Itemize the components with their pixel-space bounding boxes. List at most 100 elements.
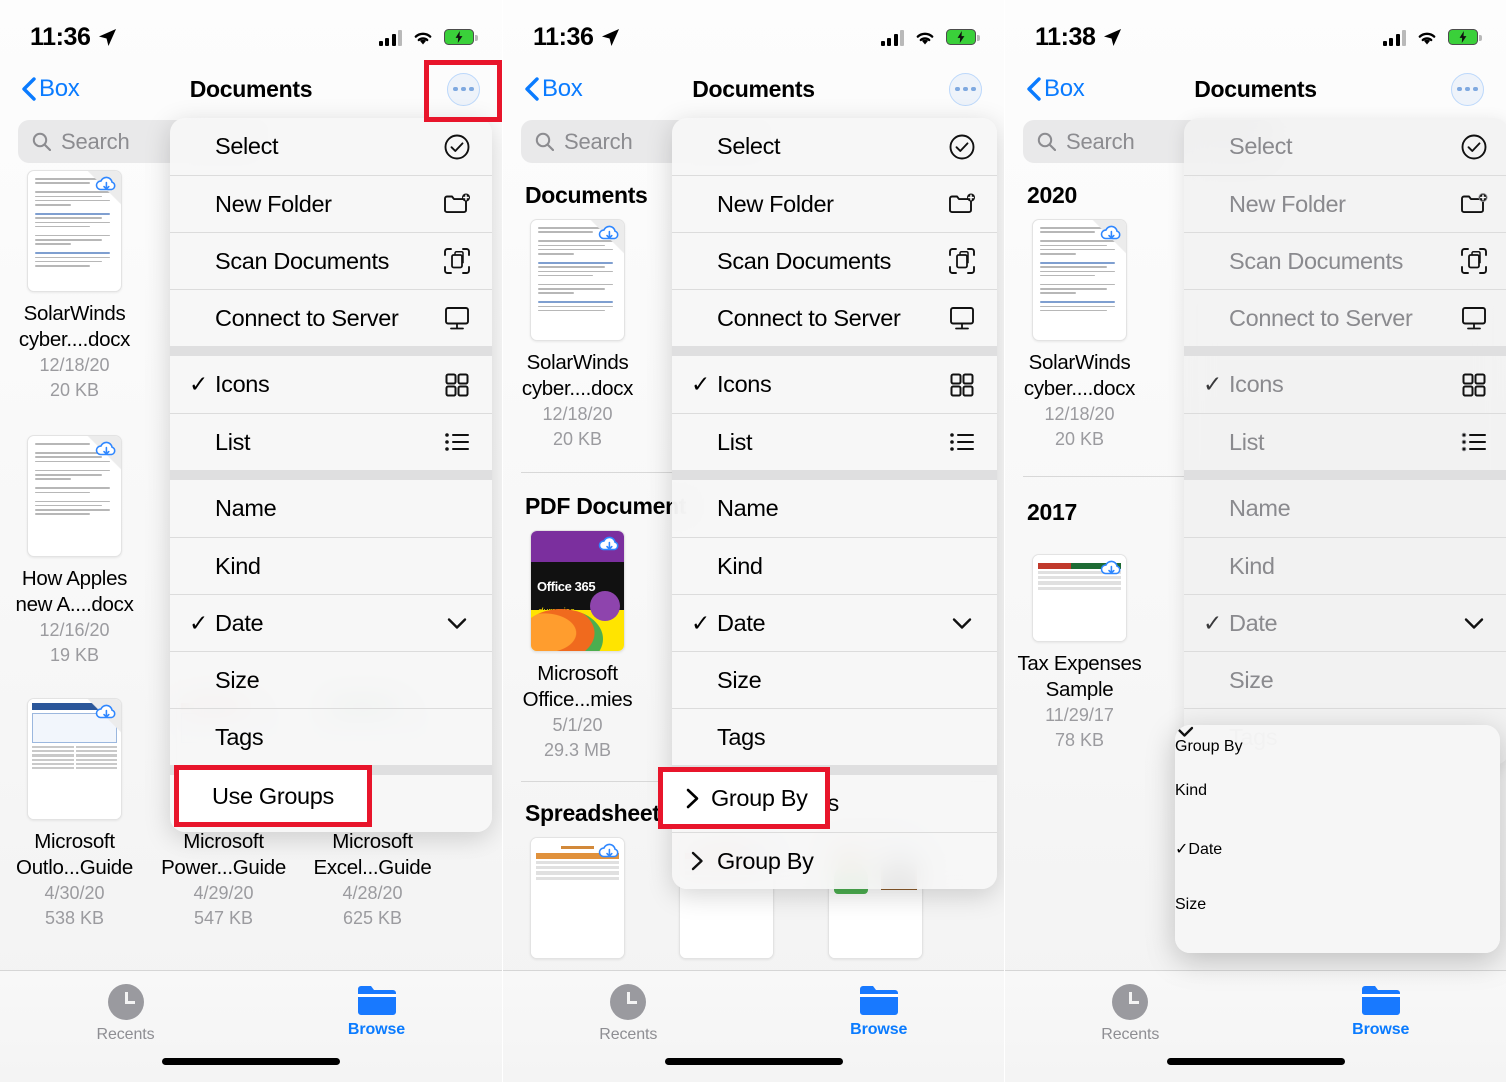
menu-item-date[interactable]: ✓Date <box>170 594 492 651</box>
back-label: Box <box>1044 75 1085 102</box>
status-bar: 11:36 <box>503 0 1004 62</box>
menu-item-size[interactable]: Size <box>1175 896 1500 953</box>
icloud-download-icon[interactable] <box>94 174 119 195</box>
back-button[interactable]: Box <box>525 75 583 103</box>
icloud-download-icon[interactable] <box>597 841 622 862</box>
list-bullet-icon <box>442 427 472 457</box>
chevron-left-icon <box>1027 77 1041 101</box>
use-groups-highlight-label[interactable]: Use Groups <box>174 765 372 827</box>
menu-item-kind[interactable]: Kind <box>1184 537 1506 594</box>
menu-item-scan-documents[interactable]: Scan Documents <box>170 232 492 289</box>
file-name: Tax Expenses Sample <box>1017 652 1142 701</box>
icloud-download-icon[interactable] <box>1099 558 1124 579</box>
menu-item-connect-to-server[interactable]: Connect to Server <box>1184 289 1506 346</box>
menu-separator <box>170 346 492 356</box>
file-item[interactable]: Microsoft Outlo...Guide 4/30/20 538 KB <box>0 688 149 943</box>
home-indicator[interactable] <box>162 1058 340 1065</box>
menu-item-date[interactable]: ✓Date <box>1175 839 1500 896</box>
menu-item-date[interactable]: ✓Date <box>672 594 997 651</box>
menu-item-connect-to-server[interactable]: Connect to Server <box>672 289 997 346</box>
phone-panel-1: 11:36 Box Documents Search SolarWinds cy… <box>0 0 502 1082</box>
menu-item-label: Date <box>1188 841 1223 858</box>
menu-item-list[interactable]: List <box>672 413 997 470</box>
grid-icon <box>947 370 977 400</box>
back-label: Box <box>542 75 583 102</box>
file-item[interactable]: SolarWinds cyber....docx 12/18/20 20 KB <box>503 209 652 464</box>
chevron-right-icon <box>691 851 717 871</box>
menu-item-date[interactable]: ✓Date <box>1184 594 1506 651</box>
menu-item-scan-documents[interactable]: Scan Documents <box>672 232 997 289</box>
icloud-download-icon[interactable] <box>94 702 119 723</box>
menu-item-select[interactable]: Select <box>672 118 997 175</box>
tab-browse[interactable]: Browse <box>251 971 502 1082</box>
menu-item-new-folder[interactable]: New Folder <box>1184 175 1506 232</box>
icloud-download-icon[interactable] <box>94 439 119 460</box>
menu-item-kind[interactable]: Kind <box>170 537 492 594</box>
menu-item-kind[interactable]: Kind <box>1175 782 1500 839</box>
file-thumbnail <box>530 219 625 341</box>
file-size: 547 KB <box>193 908 254 928</box>
menu-item-group-by[interactable]: Group By <box>1175 725 1500 782</box>
search-placeholder: Search <box>564 128 633 154</box>
tab-recents[interactable]: Recents <box>503 971 754 1082</box>
menu-item-name[interactable]: Name <box>170 480 492 537</box>
tab-label: Browse <box>347 1021 406 1038</box>
context-menu[interactable]: Select New Folder Scan Documents Connect to… <box>170 118 492 832</box>
menu-item-list[interactable]: List <box>1184 413 1506 470</box>
menu-item-select[interactable]: Select <box>170 118 492 175</box>
menu-item-name[interactable]: Name <box>1184 480 1506 537</box>
menu-separator <box>1184 346 1506 356</box>
menu-item-group-by[interactable]: Group By <box>672 832 997 889</box>
status-indicators <box>1382 29 1482 46</box>
display-icon <box>1459 303 1489 333</box>
menu-item-select[interactable]: Select <box>1184 118 1506 175</box>
home-indicator[interactable] <box>664 1058 843 1065</box>
context-menu[interactable]: Select New Folder Scan Documents Connect to… <box>1184 118 1506 765</box>
back-button[interactable]: Box <box>1027 75 1085 103</box>
nav-bar: Box Documents <box>503 62 1004 116</box>
icloud-download-icon[interactable] <box>597 534 622 555</box>
home-indicator[interactable] <box>1166 1058 1345 1065</box>
tab-browse[interactable]: Browse <box>754 971 1005 1082</box>
file-item[interactable]: How Apples new A....docx 12/16/20 19 KB <box>0 425 149 680</box>
menu-item-checkmark: ✓ <box>189 371 209 397</box>
menu-item-size[interactable]: Size <box>1184 651 1506 708</box>
ellipsis-circle-icon[interactable] <box>1451 72 1484 106</box>
file-item[interactable] <box>503 827 652 971</box>
menu-item-tags[interactable]: Tags <box>672 708 997 765</box>
status-indicators <box>378 29 478 46</box>
search-placeholder: Search <box>61 128 130 154</box>
file-date: 5/1/20 <box>552 715 603 735</box>
menu-item-tags[interactable]: Tags <box>170 708 492 765</box>
menu-item-list[interactable]: List <box>170 413 492 470</box>
icloud-download-icon[interactable] <box>1099 223 1124 244</box>
file-item[interactable]: Tax Expenses Sample 11/29/17 78 KB <box>1005 544 1154 765</box>
menu-item-icons[interactable]: ✓ Icons <box>672 356 997 413</box>
tab-recents[interactable]: Recents <box>1005 971 1256 1082</box>
menu-item-label: Select <box>215 133 279 159</box>
tab-recents[interactable]: Recents <box>0 971 251 1082</box>
folder-icon <box>859 984 899 1015</box>
menu-item-new-folder[interactable]: New Folder <box>170 175 492 232</box>
menu-item-size[interactable]: Size <box>672 651 997 708</box>
file-size: 20 KB <box>552 429 603 449</box>
file-item[interactable]: SolarWinds cyber....docx 12/18/20 20 KB <box>0 160 149 415</box>
group-by-highlight-label[interactable]: Group By <box>658 767 830 829</box>
file-item[interactable]: Office 365dummies Microsoft Office...mie… <box>503 520 652 775</box>
menu-item-new-folder[interactable]: New Folder <box>672 175 997 232</box>
file-name: Microsoft Office...mies <box>522 662 633 711</box>
menu-item-size[interactable]: Size <box>170 651 492 708</box>
menu-item-name[interactable]: Name <box>672 480 997 537</box>
file-size: 538 KB <box>44 908 105 928</box>
tab-browse[interactable]: Browse <box>1256 971 1506 1082</box>
back-button[interactable]: Box <box>22 75 80 103</box>
file-item[interactable]: SolarWinds cyber....docx 12/18/20 20 KB <box>1005 209 1154 464</box>
menu-item-connect-to-server[interactable]: Connect to Server <box>170 289 492 346</box>
menu-item-icons[interactable]: ✓ Icons <box>170 356 492 413</box>
menu-item-icons[interactable]: ✓ Icons <box>1184 356 1506 413</box>
group-by-submenu[interactable]: Group By Kind ✓Date Size <box>1175 725 1500 953</box>
ellipsis-circle-icon[interactable] <box>949 72 982 106</box>
icloud-download-icon[interactable] <box>597 223 622 244</box>
menu-item-scan-documents[interactable]: Scan Documents <box>1184 232 1506 289</box>
menu-item-kind[interactable]: Kind <box>672 537 997 594</box>
